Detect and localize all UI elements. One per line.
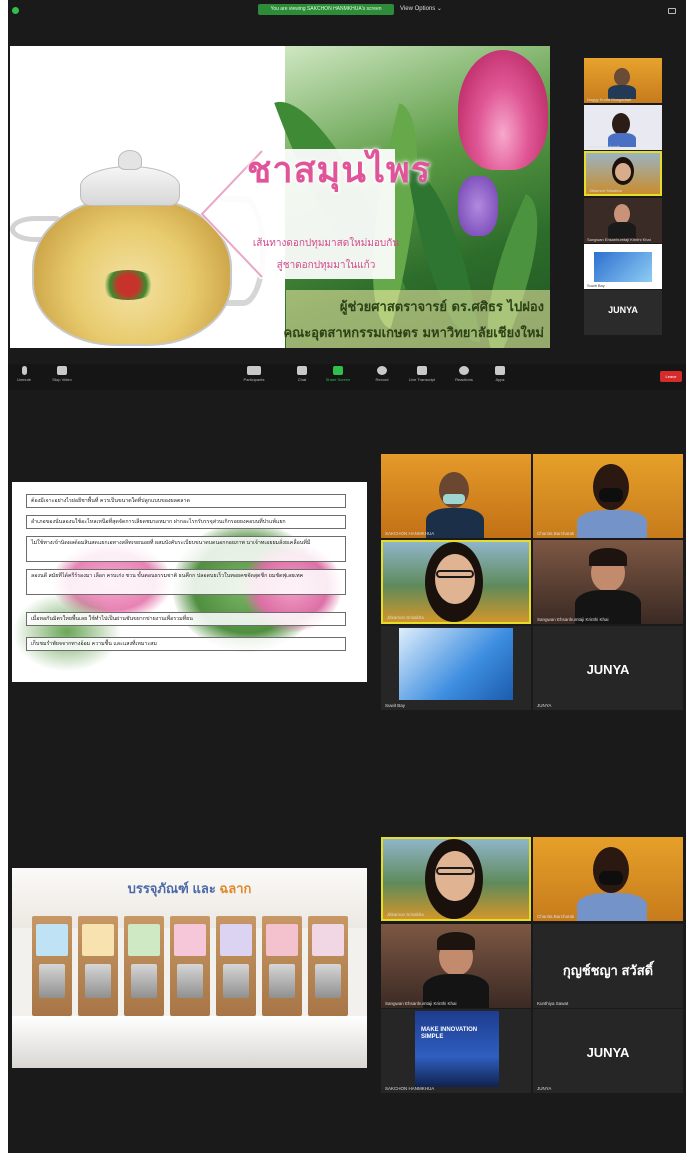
participant-tile-3[interactable]: Jitkamon Srisakha: [381, 540, 531, 624]
participant-tile-p3-3[interactable]: Sangwan Ehsanhumtaji Krinthi Khai: [381, 924, 531, 1008]
participant-tile-5[interactable]: Suwit Bay: [381, 626, 531, 710]
participant-thumb-6[interactable]: JUNYA: [584, 290, 662, 335]
share-status-banner: You are viewing SAKCHON HANMKHUA's scree…: [258, 4, 394, 15]
step-line-1: ต้องมีเจาะอย่างไรย่อยีชาพื้นที่ ควรเป็นข…: [26, 494, 346, 508]
gallery-view-icon[interactable]: [668, 8, 676, 14]
step-line-3: ไม่ใช้ทางเข้านิดผลด้อมสินสดแยกเอทางสลีทเ…: [26, 536, 346, 562]
participant-thumb-2[interactable]: Chanita Barcharak: [584, 105, 662, 150]
blooming-tea-flower: [98, 270, 158, 300]
countertop: [12, 1016, 367, 1068]
presenter-faculty: คณะอุตสาหกรรมเกษตร มหาวิทยาลัยเชียงใหม่: [283, 326, 544, 341]
slide-subtitle-2: สู่ชาดอกปทุมมาในแก้ว: [276, 260, 376, 271]
participants-button[interactable]: Participants: [230, 366, 278, 382]
participant-tile-p3-6[interactable]: JUNYA JUNYA: [533, 1009, 683, 1093]
security-shield-icon[interactable]: [12, 7, 19, 14]
live-transcript-button[interactable]: Live Transcript: [398, 366, 446, 382]
shared-slide-title: ชาสมุนไพร เส้นทางดอกปทุมมาสดใหม่มอบกัน ส…: [10, 46, 550, 348]
leave-button[interactable]: Leave: [660, 371, 682, 382]
participant-tile-p3-5[interactable]: MAKE INNOVATION SIMPLE SAKCHON HANMKHUA: [381, 1009, 531, 1093]
participant-thumb-5[interactable]: Suwit Bay: [584, 244, 662, 289]
stop-video-button[interactable]: Stop Video: [38, 366, 86, 382]
participant-tile-2[interactable]: Chanita Barcharak: [533, 454, 683, 538]
participant-thumb-3[interactable]: Jitkamon Srisakha: [584, 151, 662, 196]
step-line-5: เมื่อหอกันมิตรใหยพื้นเลย ใช้ทำไปเป็นผ่าน…: [26, 612, 346, 626]
participant-tile-p3-1[interactable]: Jitkamon Srisakha: [381, 837, 531, 921]
zoom-window-3: บรรจุภัณฑ์ และ ฉลาก Jitkamon Srisakha Ch…: [8, 785, 686, 1153]
meeting-controls: Unmute Stop Video Participants Chat Shar…: [8, 364, 686, 390]
step-line-6: เก็บชมรำพัยจจากทางอ้อม ความชื้น และแสงที…: [26, 637, 346, 651]
presenter-name: ผู้ช่วยศาสตราจารย์ ดร.ศศิธร ไปฝอง: [339, 300, 544, 315]
step-line-4: ลองนดี สมัยทีได้ครีร์รองมา เลือก ครบเก่ง…: [26, 569, 346, 595]
innovation-slogan: MAKE INNOVATION SIMPLE: [421, 1027, 478, 1040]
participant-tile-p3-4[interactable]: กุญช์ชญา สวัสดิ์ Kunthiya Sawat: [533, 924, 683, 1008]
apps-button[interactable]: Apps: [476, 366, 524, 382]
participant-tile-1[interactable]: SAKCHON HANMKHUA: [381, 454, 531, 538]
share-screen-button[interactable]: Share Screen: [314, 366, 362, 382]
step-line-2: อำเภอของนั่นลองนใช้อะไหลเหนือที่สุดจัดกา…: [26, 515, 346, 529]
participant-tile-p3-2[interactable]: Chanita Barcharak: [533, 837, 683, 921]
participant-thumb-4[interactable]: Sangwan Ehsanhumtaji Krinthi Khai: [584, 198, 662, 243]
shared-slide-steps: ต้องมีเจาะอย่างไรย่อยีชาพื้นที่ ควรเป็นข…: [12, 482, 367, 682]
packaging-slide-title: บรรจุภัณฑ์ และ ฉลาก: [127, 881, 252, 896]
participant-tile-4[interactable]: Sangwan Ehsanhumtaji Krinthi Khai: [533, 540, 683, 624]
slide-subtitle-1: เส้นทางดอกปทุมมาสดใหม่มอบกัน: [252, 238, 400, 249]
participant-tile-6[interactable]: JUNYA JUNYA: [533, 626, 683, 710]
zoom-top-bar: You are viewing SAKCHON HANMKHUA's scree…: [8, 0, 686, 20]
slide-title: ชาสมุนไพร: [246, 149, 432, 191]
shared-slide-packaging: บรรจุภัณฑ์ และ ฉลาก: [12, 868, 367, 1068]
zoom-window-1: You are viewing SAKCHON HANMKHUA's scree…: [8, 0, 686, 390]
zoom-window-2: ต้องมีเจาะอย่างไรย่อยีชาพื้นที่ ควรเป็นข…: [8, 390, 686, 785]
view-options-button[interactable]: View Options ⌄: [400, 4, 442, 15]
participant-thumb-1[interactable]: Nuggy Kunttt Mungadaat: [584, 58, 662, 103]
